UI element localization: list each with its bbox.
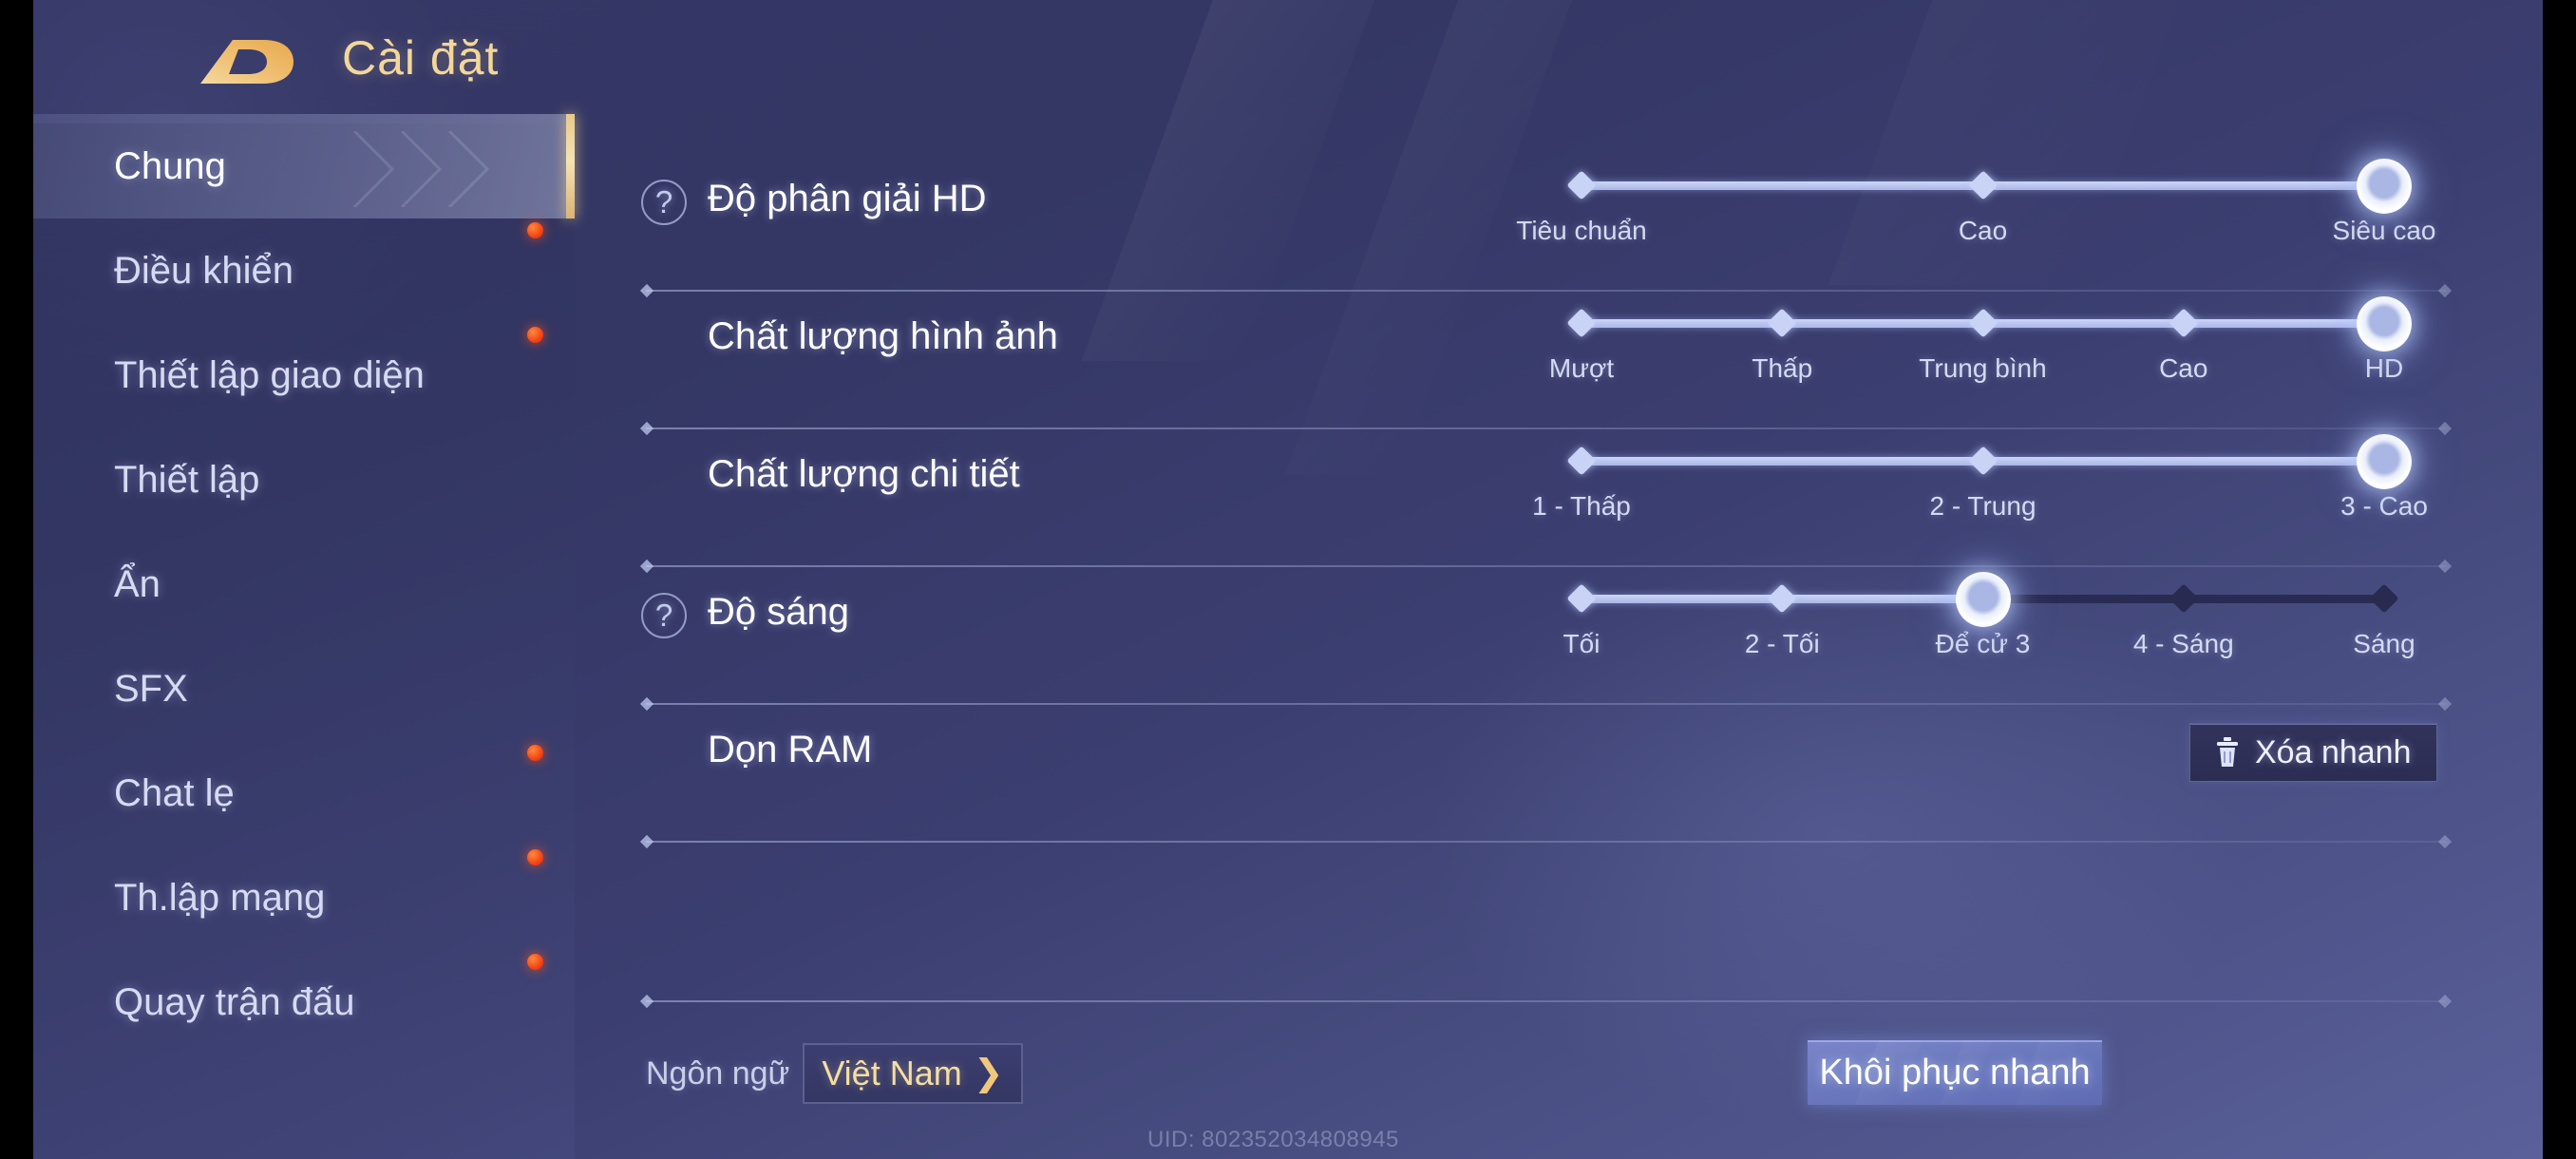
uid-text: UID: 802352034808945 (1147, 1127, 1399, 1152)
sidebar-chevron-decor-icon (335, 129, 535, 209)
setting-slider[interactable]: Tiêu chuẩn Cao Siêu cao (1516, 157, 2435, 245)
row-divider (646, 428, 2446, 429)
slider-thumb[interactable] (2357, 159, 2412, 214)
slider-tick[interactable] (1767, 583, 1797, 614)
setting-row-label: Chất lượng hình ảnh (708, 315, 1058, 357)
setting-slider[interactable]: 1 - Thấp 2 - Trung 3 - Cao (1532, 432, 2428, 521)
slider-tick-label: Mượt (1548, 353, 1615, 383)
slider-tick[interactable] (1967, 170, 1998, 200)
sidebar-badge-dot (527, 222, 543, 238)
sidebar-item-1[interactable]: Chung (33, 114, 575, 218)
clear-ram-label: Xóa nhanh (2255, 733, 2412, 770)
settings-window: Cài đặt Chung Điều khiển Thiết lập giao di… (33, 0, 2543, 1159)
slider-tick-label: 2 - Trung (1929, 491, 2036, 521)
sidebar-badge-dot (527, 745, 543, 761)
slider-tick[interactable] (1967, 446, 1998, 476)
sidebar-item-9[interactable]: Quay trận đấu (33, 950, 575, 1054)
slider-tick-label: 1 - Thấp (1532, 491, 1631, 521)
sidebar-item-8[interactable]: Th.lập mạng (33, 846, 575, 950)
slider-tick[interactable] (2169, 308, 2199, 338)
slider-tick[interactable] (2369, 583, 2399, 614)
sidebar-item-label: Th.lập mạng (114, 876, 326, 919)
restore-defaults-button[interactable]: Khôi phục nhanh (1808, 1040, 2102, 1105)
sidebar-item-5[interactable]: Ẩn (33, 532, 575, 636)
setting-row-label: Độ sáng (708, 591, 849, 633)
help-icon[interactable]: ? (641, 593, 687, 638)
slider-tick-label: Cao (2159, 353, 2208, 383)
language-value: Việt Nam (822, 1054, 962, 1092)
sidebar-badge-dot (527, 849, 543, 865)
sidebar-item-label: Điều khiển (114, 249, 294, 292)
setting-slider[interactable]: Mượt Thấp Trung bình Cao HD (1549, 294, 2412, 383)
setting-row-label: Dọn RAM (708, 729, 873, 770)
sidebar-item-label: Thiết lập (114, 458, 260, 501)
sidebar-item-label: SFX (114, 667, 188, 710)
clear-ram-button[interactable]: Xóa nhanh (2189, 723, 2437, 782)
sidebar-item-label: Thiết lập giao diện (114, 353, 425, 396)
slider-tick[interactable] (1566, 583, 1597, 614)
slider-tick-label: Để cử 3 (1935, 629, 2031, 658)
row-divider (646, 290, 2446, 292)
page-title: Cài đặt (342, 31, 500, 85)
language-row: Ngôn ngữ Việt Nam ❯ (646, 1043, 1023, 1104)
slider-thumb[interactable] (1955, 572, 2011, 627)
setting-slider[interactable]: Tối 2 - Tối Để cử 3 4 - Sáng Sáng (1563, 570, 2415, 658)
restore-defaults-label: Khôi phục nhanh (1819, 1052, 2091, 1092)
slider-tick-label: Siêu cao (2332, 216, 2436, 245)
slider-tick-label: 3 - Cao (2340, 491, 2428, 521)
row-divider (646, 565, 2446, 567)
slider-tick-label: Tiêu chuẩn (1516, 216, 1647, 245)
sidebar-item-label: Ẩn (114, 562, 161, 605)
sidebar-item-label: Chung (114, 144, 226, 187)
slider-tick-label: Thấp (1752, 353, 1813, 383)
window-header: Cài đặt (33, 0, 2543, 133)
sidebar-item-7[interactable]: Chat lẹ (33, 741, 575, 846)
slider-tick-label: HD (2364, 353, 2404, 383)
slider-thumb[interactable] (2357, 296, 2412, 352)
sidebar-item-label: Quay trận đấu (114, 980, 355, 1023)
setting-row-label: Chất lượng chi tiết (708, 453, 1020, 495)
setting-row-label: Độ phân giải HD (708, 178, 987, 219)
language-label: Ngôn ngữ (646, 1054, 790, 1092)
sidebar-item-4[interactable]: Thiết lập (33, 428, 575, 532)
settings-content: ? Độ phân giải HD Tiêu chuẩn Cao Siêu cao Chấ… (575, 124, 2543, 1159)
sidebar-item-label: Chat lẹ (114, 771, 235, 814)
slider-thumb[interactable] (2357, 434, 2412, 489)
slider-tick[interactable] (1566, 446, 1597, 476)
sidebar: Chung Điều khiển Thiết lập giao diện Thiết … (33, 114, 575, 1159)
footer-divider (646, 1000, 2446, 1002)
row-divider (646, 841, 2446, 843)
sidebar-item-6[interactable]: SFX (33, 636, 575, 741)
slider-tick[interactable] (1566, 170, 1597, 200)
slider-tick-label: Tối (1563, 629, 1601, 658)
sidebar-badge-dot (527, 954, 543, 970)
slider-tick[interactable] (1767, 308, 1797, 338)
slider-tick-label: 2 - Tối (1744, 629, 1820, 658)
slider-tick[interactable] (1566, 308, 1597, 338)
slider-tick-label: Cao (1958, 216, 2008, 245)
row-divider (646, 703, 2446, 705)
sidebar-badge-dot (527, 327, 543, 343)
language-select-button[interactable]: Việt Nam ❯ (803, 1043, 1023, 1104)
chevron-right-icon: ❯ (973, 1054, 1004, 1093)
sidebar-item-2[interactable]: Điều khiển (33, 218, 575, 323)
help-icon[interactable]: ? (641, 180, 687, 225)
slider-tick-label: Sáng (2353, 629, 2415, 658)
slider-tick-label: 4 - Sáng (2132, 629, 2234, 658)
slider-tick-label: Trung bình (1919, 353, 2047, 383)
slider-tick[interactable] (1967, 308, 1998, 338)
sidebar-item-3[interactable]: Thiết lập giao diện (33, 323, 575, 428)
slider-tick[interactable] (2169, 583, 2199, 614)
trash-icon (2217, 737, 2238, 767)
game-logo-icon (195, 34, 299, 89)
